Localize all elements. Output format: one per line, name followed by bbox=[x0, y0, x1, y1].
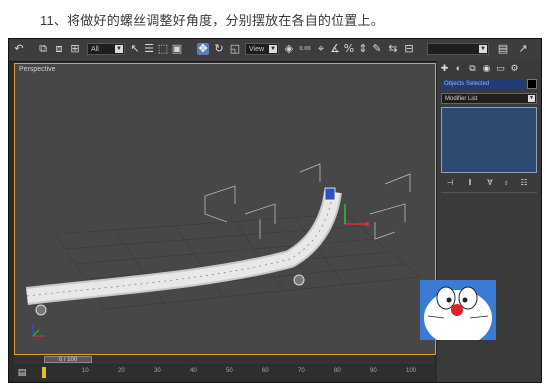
snap-value[interactable]: 0.00 bbox=[299, 43, 311, 55]
screw-middle bbox=[293, 274, 305, 286]
keyframe-marker bbox=[42, 367, 46, 378]
object-name-field[interactable]: Objects Selected bbox=[441, 79, 525, 89]
show-end-result-icon[interactable]: ‖ bbox=[465, 178, 475, 188]
remove-modifier-icon[interactable]: ♁ bbox=[501, 178, 511, 188]
track-tick: 50 bbox=[226, 368, 233, 374]
curve-editor-icon[interactable]: ↗ bbox=[517, 43, 529, 55]
selection-filter-select[interactable]: All ▼ bbox=[87, 43, 125, 55]
motion-tab-icon[interactable]: ◉ bbox=[481, 63, 492, 74]
time-slider-track[interactable]: 0 / 100 bbox=[14, 355, 434, 364]
track-tick: 60 bbox=[262, 368, 269, 374]
link-icon[interactable]: ⧉ bbox=[37, 43, 49, 55]
percent-snap-icon[interactable]: % bbox=[343, 43, 355, 55]
unlink-icon[interactable]: ⧈ bbox=[53, 43, 65, 55]
hierarchy-tab-icon[interactable]: ⧉ bbox=[467, 63, 478, 74]
step-caption: 11、将做好的螺丝调整好角度，分别摆放在各自的位置上。 bbox=[40, 13, 384, 28]
chevron-down-icon: ▼ bbox=[479, 45, 487, 53]
track-tick: 30 bbox=[154, 368, 161, 374]
perspective-viewport[interactable]: Perspective bbox=[14, 63, 436, 355]
time-slider[interactable]: 0 / 100 bbox=[44, 356, 92, 363]
bracelet-model bbox=[25, 187, 342, 316]
object-color-swatch[interactable] bbox=[527, 79, 537, 89]
modify-tab-icon[interactable]: ◐ bbox=[453, 63, 464, 74]
window-crossing-icon[interactable]: ▣ bbox=[171, 43, 183, 55]
display-tab-icon[interactable]: ▭ bbox=[495, 63, 506, 74]
utilities-tab-icon[interactable]: ⚙ bbox=[509, 63, 520, 74]
track-tick: 90 bbox=[370, 368, 377, 374]
modifier-list-value: Modifier List bbox=[445, 96, 478, 102]
doraemon-face bbox=[420, 280, 496, 340]
panel-separator bbox=[441, 192, 537, 193]
viewport-scene bbox=[25, 163, 421, 337]
move-icon[interactable]: ✥ bbox=[197, 43, 209, 55]
modifier-stack[interactable] bbox=[441, 107, 537, 173]
angle-snap-icon[interactable]: ∡ bbox=[329, 43, 341, 55]
track-tick: 80 bbox=[334, 368, 341, 374]
make-unique-icon[interactable]: ∀ bbox=[485, 178, 495, 188]
select-arrow-icon[interactable]: ↖ bbox=[129, 43, 141, 55]
rotate-icon[interactable]: ↻ bbox=[213, 43, 225, 55]
snap-toggle-icon[interactable]: ⌖ bbox=[315, 43, 327, 55]
axis-tripod bbox=[32, 324, 45, 337]
command-panel-tabs: ✚ ◐ ⧉ ◉ ▭ ⚙ bbox=[437, 63, 541, 77]
track-tick: 100 bbox=[406, 368, 417, 374]
scale-icon[interactable]: ◱ bbox=[229, 43, 241, 55]
reference-coordinate-value: View bbox=[249, 46, 265, 53]
track-tick: 20 bbox=[118, 368, 125, 374]
modifier-list-select[interactable]: Modifier List ▼ bbox=[441, 93, 537, 104]
track-tick: 40 bbox=[190, 368, 197, 374]
undo-icon[interactable]: ↶ bbox=[13, 43, 25, 55]
chevron-down-icon: ▼ bbox=[269, 45, 277, 53]
spinner-snap-icon[interactable]: ⇕ bbox=[357, 43, 369, 55]
track-bar[interactable]: ▤ 10 20 30 40 50 60 70 80 90 100 bbox=[14, 365, 434, 381]
mirror-icon[interactable]: ⇆ bbox=[387, 43, 399, 55]
track-tick: 70 bbox=[298, 368, 305, 374]
align-icon[interactable]: ⊟ bbox=[403, 43, 415, 55]
named-selection-select[interactable]: ▼ bbox=[427, 43, 489, 55]
main-toolbar: ↶ ⧉ ⧈ ⊞ All ▼ ↖ ☰ ⬚ ▣ ✥ ↻ ◱ View ▼ ◈ 0.00 … bbox=[9, 39, 541, 62]
create-tab-icon[interactable]: ✚ bbox=[439, 63, 450, 74]
mini-curve-editor-icon[interactable]: ▤ bbox=[17, 367, 27, 377]
helper-wireframes bbox=[204, 163, 411, 240]
screw-left bbox=[35, 304, 47, 316]
doraemon-avatar bbox=[420, 280, 496, 340]
layer-manager-icon[interactable]: ▤ bbox=[497, 43, 509, 55]
chevron-down-icon: ▼ bbox=[115, 45, 123, 53]
transform-gizmo bbox=[344, 204, 369, 226]
selection-filter-value: All bbox=[91, 46, 99, 53]
bind-icon[interactable]: ⊞ bbox=[69, 43, 81, 55]
select-by-name-icon[interactable]: ☰ bbox=[143, 43, 155, 55]
rect-region-icon[interactable]: ⬚ bbox=[157, 43, 169, 55]
configure-sets-icon[interactable]: ☷ bbox=[519, 178, 529, 188]
reference-coordinate-select[interactable]: View ▼ bbox=[245, 43, 279, 55]
selected-part bbox=[324, 187, 336, 201]
pivot-center-icon[interactable]: ◈ bbox=[283, 43, 295, 55]
pin-stack-icon[interactable]: ⊣ bbox=[445, 178, 455, 188]
edit-named-sel-icon[interactable]: ✎ bbox=[371, 43, 383, 55]
stack-buttons: ⊣ ‖ ∀ ♁ ☷ bbox=[441, 178, 537, 188]
track-tick: 10 bbox=[82, 368, 89, 374]
chevron-down-icon: ▼ bbox=[528, 95, 535, 102]
